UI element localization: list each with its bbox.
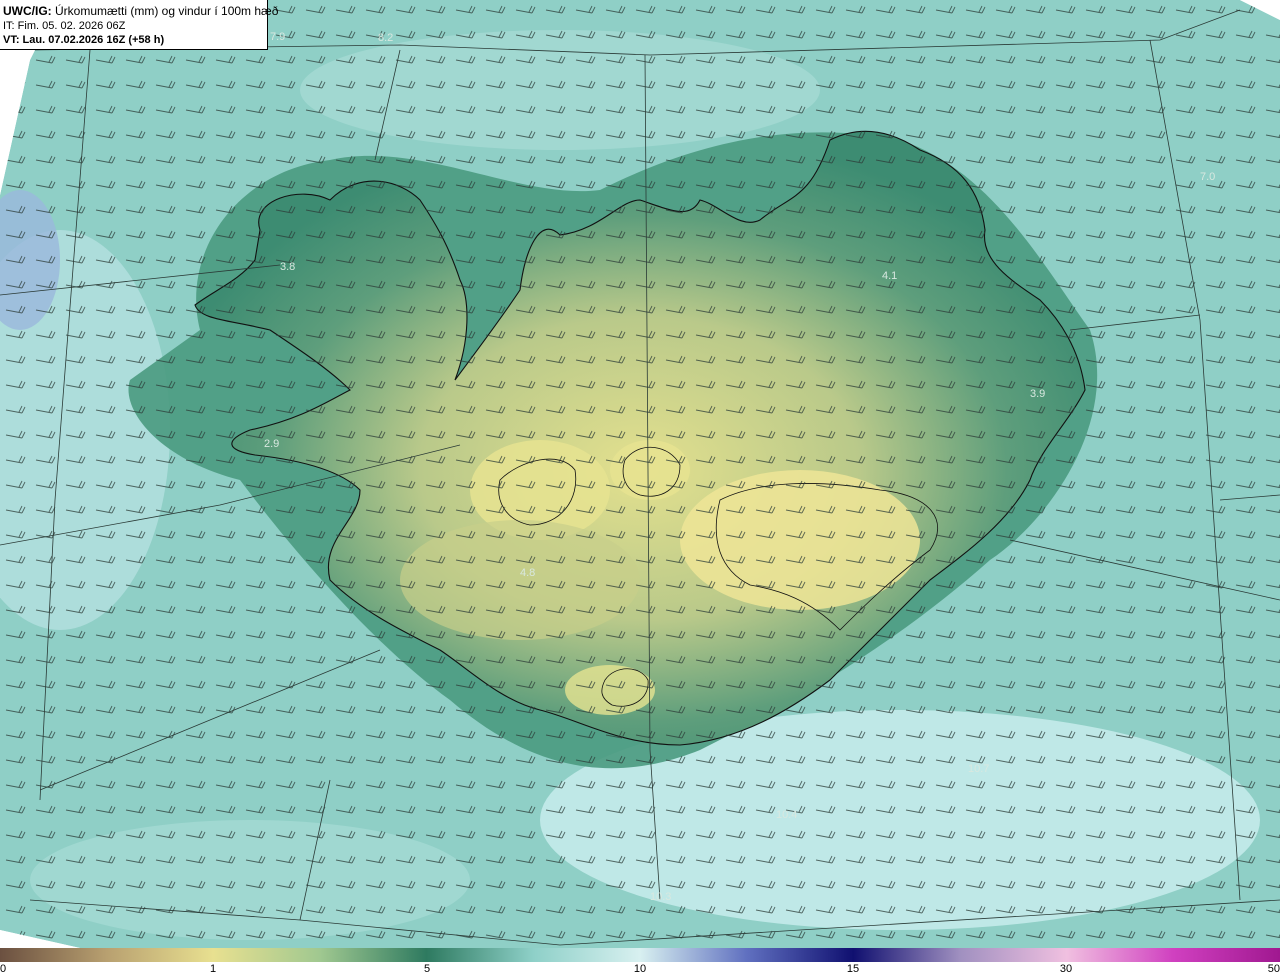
- colorbar-tick-label: 15: [846, 963, 860, 975]
- wind-barbs: [0, 0, 1280, 948]
- title-line: UWC/IG: Úrkomumætti (mm) og vindur í 100…: [3, 4, 278, 19]
- value-label: 10.4: [776, 809, 797, 821]
- value-label: 4.8: [520, 567, 535, 579]
- model-name: UWC/IG:: [3, 4, 52, 18]
- value-label: 7.0: [1200, 171, 1215, 183]
- field-description: Úrkomumætti (mm) og vindur í 100m hæð: [55, 4, 279, 18]
- map-title-box: UWC/IG: Úrkomumætti (mm) og vindur í 100…: [0, 0, 278, 50]
- colorbar-tick-label: 10: [633, 963, 647, 975]
- colorbar-tick-label: 5: [423, 963, 431, 975]
- value-label: 3.8: [280, 261, 295, 273]
- value-label: 10.7: [968, 763, 989, 775]
- value-label: 3.9: [1030, 388, 1045, 400]
- value-label: 7.9: [270, 31, 285, 43]
- colorbar-tick-label: 0: [0, 963, 7, 975]
- colorbar-tick-label: 30: [1059, 963, 1073, 975]
- precipitation-map: 7.9 8.2 7.0 3.8 4.1 3.9 2.9 4.8 10.7 10.…: [0, 0, 1280, 948]
- colorbar: [0, 948, 1280, 962]
- value-label: 10.3: [650, 891, 671, 903]
- map-area: 7.9 8.2 7.0 3.8 4.1 3.9 2.9 4.8 10.7 10.…: [0, 0, 1280, 948]
- colorbar-tick-label: 1: [209, 963, 217, 975]
- value-label: 4.1: [882, 270, 897, 282]
- colorbar-tick-label: 50: [1267, 963, 1280, 975]
- value-label: 8.2: [378, 32, 393, 44]
- value-label: 2.9: [264, 438, 279, 450]
- init-time: IT: Fim. 05. 02. 2026 06Z: [3, 20, 126, 32]
- valid-time: VT: Lau. 07.02.2026 16Z (+58 h): [3, 34, 165, 46]
